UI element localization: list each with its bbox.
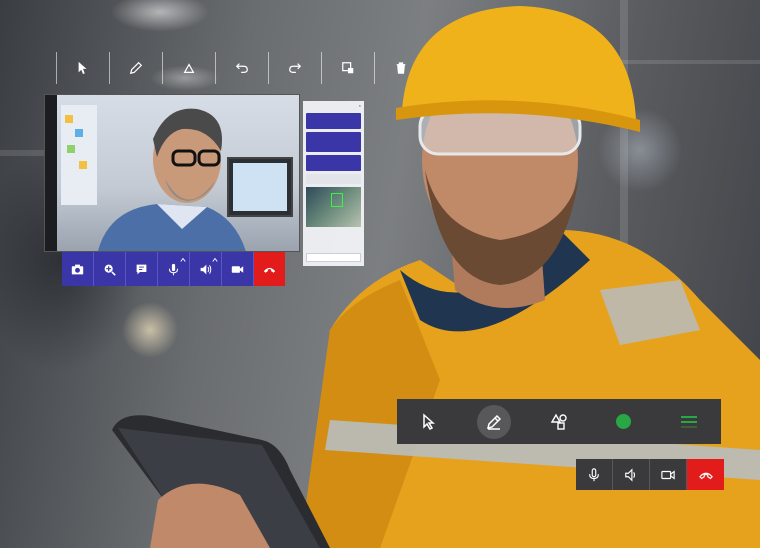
pointer-icon bbox=[423, 412, 436, 430]
pointer-tool[interactable] bbox=[412, 405, 446, 439]
video-camera-icon bbox=[661, 469, 675, 480]
undo-icon[interactable] bbox=[216, 52, 268, 84]
chat-header: × bbox=[303, 101, 364, 110]
screenshot-icon[interactable] bbox=[322, 52, 374, 84]
camera-icon bbox=[71, 264, 84, 274]
chat-icon bbox=[136, 264, 147, 274]
speaker-button[interactable] bbox=[613, 459, 650, 490]
microphone-button[interactable] bbox=[158, 252, 190, 286]
call-control-bar bbox=[62, 252, 285, 286]
chat-message bbox=[306, 132, 361, 152]
zoom-in-icon bbox=[104, 264, 116, 276]
microphone-button[interactable] bbox=[576, 459, 613, 490]
zoom-button[interactable] bbox=[94, 252, 126, 286]
stroke-width-picker[interactable] bbox=[672, 405, 706, 439]
pencil-icon[interactable] bbox=[110, 52, 162, 84]
shapes-icon[interactable] bbox=[163, 52, 215, 84]
close-icon[interactable]: × bbox=[359, 103, 361, 108]
video-camera-icon bbox=[231, 265, 244, 273]
shared-image-thumbnail[interactable] bbox=[306, 187, 361, 227]
shapes-tool[interactable] bbox=[542, 405, 576, 439]
stroke-width-icon bbox=[680, 415, 697, 428]
call-control-bar-right bbox=[576, 459, 724, 490]
end-call-icon bbox=[263, 267, 276, 273]
trash-icon[interactable] bbox=[375, 52, 427, 84]
remote-video-feed bbox=[44, 94, 300, 252]
pencil-tool[interactable] bbox=[477, 404, 512, 439]
color-dot bbox=[616, 414, 632, 429]
redo-icon[interactable] bbox=[269, 52, 321, 84]
speaker-button[interactable] bbox=[190, 252, 222, 286]
shapes-icon bbox=[550, 413, 567, 430]
pointer-icon[interactable] bbox=[57, 52, 109, 84]
microphone-icon bbox=[168, 263, 179, 275]
pencil-icon bbox=[487, 414, 502, 430]
chevron-up-icon[interactable] bbox=[212, 257, 218, 263]
chat-message bbox=[306, 113, 361, 129]
video-frame bbox=[57, 95, 299, 251]
microphone-icon bbox=[589, 467, 599, 481]
annotation-toolbar bbox=[397, 399, 721, 444]
video-button[interactable] bbox=[222, 252, 254, 286]
camera-button[interactable] bbox=[62, 252, 94, 286]
end-call-button[interactable] bbox=[687, 459, 724, 490]
end-call-icon bbox=[698, 472, 713, 479]
chat-input[interactable] bbox=[306, 253, 361, 262]
floating-annotation-toolbar bbox=[56, 46, 427, 90]
remote-participant bbox=[98, 108, 246, 251]
video-button[interactable] bbox=[650, 459, 687, 490]
speaker-icon bbox=[625, 467, 636, 482]
color-picker[interactable] bbox=[607, 405, 641, 439]
chevron-up-icon[interactable] bbox=[180, 257, 186, 263]
chat-message bbox=[306, 155, 361, 171]
chat-panel: × bbox=[303, 101, 364, 266]
end-call-button[interactable] bbox=[254, 252, 285, 286]
chat-message bbox=[306, 174, 361, 184]
speaker-icon bbox=[200, 264, 212, 274]
chat-button[interactable] bbox=[126, 252, 158, 286]
